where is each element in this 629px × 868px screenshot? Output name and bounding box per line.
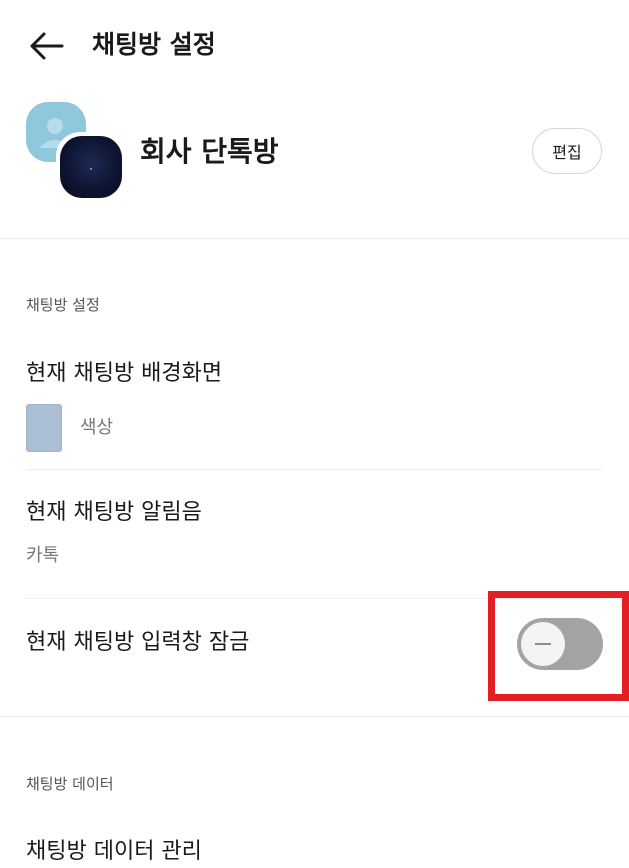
chat-settings-screen: 채팅방 설정 회사 단톡방 편집 채팅방 설정 현재 채팅방 배경화면 색상 현… (0, 0, 629, 868)
room-name: 회사 단톡방 (140, 135, 279, 168)
star-dot (90, 168, 92, 170)
notification-sound-title: 현재 채팅방 알림음 (26, 500, 202, 525)
avatar-front (56, 132, 126, 202)
section-label-settings: 채팅방 설정 (26, 296, 100, 314)
toggle-knob (521, 622, 565, 666)
section-label-data: 채팅방 데이터 (26, 775, 114, 793)
arrow-left-icon (30, 32, 64, 60)
back-button[interactable] (24, 24, 68, 68)
page-title: 채팅방 설정 (92, 30, 216, 59)
night-sky-image (60, 136, 122, 198)
item-divider (26, 469, 602, 470)
notification-sound-value: 카톡 (26, 545, 60, 566)
header: 채팅방 설정 (0, 0, 629, 88)
minus-icon (535, 643, 551, 645)
item-divider (26, 598, 602, 599)
chat-room-profile: 회사 단톡방 편집 (0, 92, 629, 238)
data-management-title: 채팅방 데이터 관리 (26, 839, 202, 864)
edit-button[interactable]: 편집 (532, 128, 602, 174)
input-lock-title: 현재 채팅방 입력창 잠금 (26, 630, 250, 655)
section-divider (0, 238, 629, 239)
input-lock-toggle[interactable] (517, 618, 603, 670)
wallpaper-title: 현재 채팅방 배경화면 (26, 361, 223, 386)
wallpaper-color-swatch (26, 404, 62, 452)
wallpaper-value: 색상 (80, 417, 114, 438)
section-divider (0, 716, 629, 717)
